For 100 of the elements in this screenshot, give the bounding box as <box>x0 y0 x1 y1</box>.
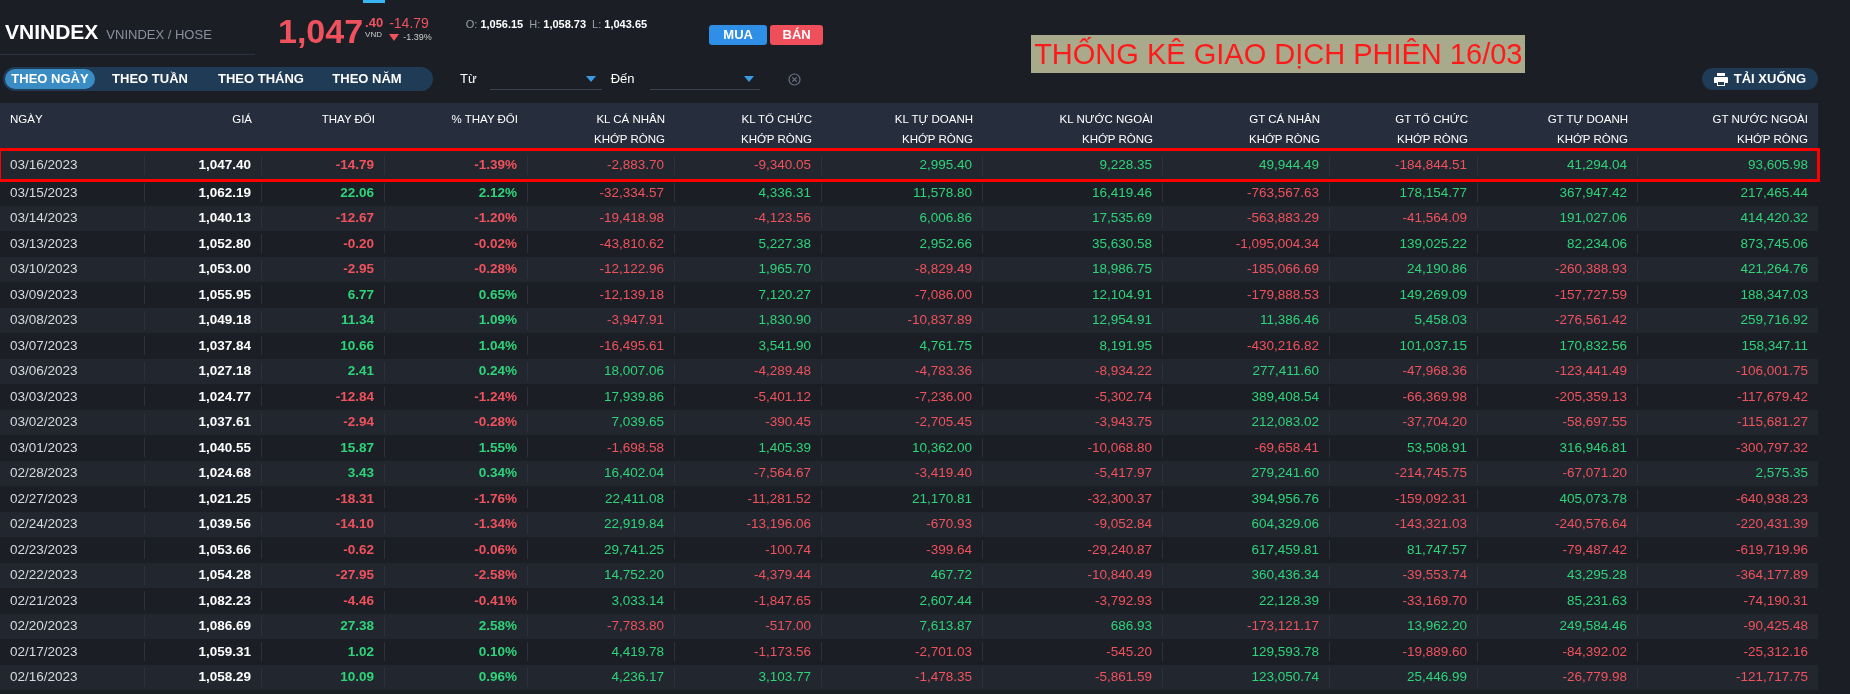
table-cell: -12.67 <box>262 208 385 228</box>
table-cell: -390.45 <box>675 412 822 432</box>
table-cell-text: -121,717.75 <box>1734 668 1809 687</box>
table-cell: 617,459.81 <box>1163 540 1330 560</box>
table-cell: 11,578.80 <box>822 183 983 203</box>
table-cell: -29,240.87 <box>983 540 1163 560</box>
table-cell: 1,024.68 <box>145 463 262 483</box>
table-cell: -430,216.82 <box>1163 336 1330 356</box>
table-cell-text: -619,719.96 <box>1734 540 1809 559</box>
table-cell: -47,968.36 <box>1330 361 1478 381</box>
table-cell: 686.93 <box>983 616 1163 636</box>
table-cell: -0.28% <box>385 412 528 432</box>
table-cell: -4,783.36 <box>822 361 983 381</box>
table-cell: 3,103.77 <box>675 667 822 687</box>
table-cell: -5,401.12 <box>675 387 822 407</box>
table-cell: -276,561.42 <box>1478 310 1638 330</box>
table-cell: 1,062.19 <box>145 183 262 203</box>
banner-title: THỐNG KÊ GIAO DỊCH PHIÊN 16/03 <box>1031 35 1526 73</box>
download-button[interactable]: TẢI XUỐNG <box>1701 68 1818 90</box>
table-cell: 03/02/2023 <box>0 412 145 432</box>
table-cell: 03/09/2023 <box>0 285 145 305</box>
table-cell: 03/01/2023 <box>0 438 145 458</box>
table-cell: -8,829.49 <box>822 259 983 279</box>
column-header: THAY ĐỔI <box>321 112 375 127</box>
table-cell: 18,007.06 <box>528 361 675 381</box>
table-cell: 11,386.46 <box>1163 310 1330 330</box>
table-cell: 178,154.77 <box>1330 183 1478 203</box>
table-cell-text: -117,679.42 <box>1735 387 1809 406</box>
table-cell: 21,170.81 <box>822 489 983 509</box>
table-cell: -205,359.13 <box>1478 387 1638 407</box>
column-header: KL TỔ CHỨC <box>741 112 812 127</box>
table-cell: 101,037.15 <box>1330 336 1478 356</box>
table-cell-text: 158,347.11 <box>1740 336 1809 355</box>
table-cell: -7,086.00 <box>822 285 983 305</box>
table-cell: 1,405.39 <box>675 438 822 458</box>
table-cell: -179,888.53 <box>1163 285 1330 305</box>
table-cell: 1,047.40 <box>145 155 262 175</box>
table-cell: -32,300.37 <box>983 489 1163 509</box>
table-cell: 3,033.14 <box>528 591 675 611</box>
tab[interactable]: THEO NGÀY <box>5 69 95 89</box>
table-cell: 81,747.57 <box>1330 540 1478 560</box>
table-cell: 03/13/2023 <box>0 234 145 254</box>
from-label: Từ <box>460 70 477 89</box>
table-cell: 1,082.23 <box>145 591 262 611</box>
table-cell: 03/15/2023 <box>0 183 145 203</box>
table-cell: 0.10% <box>385 642 528 662</box>
tab[interactable]: THEO THÁNG <box>205 69 317 89</box>
table-cell: -4,289.48 <box>675 361 822 381</box>
table-cell: -4,123.56 <box>675 208 822 228</box>
table-cell: -37,704.20 <box>1330 412 1478 432</box>
table-cell: 2,995.40 <box>822 155 983 175</box>
table-cell: -5,302.74 <box>983 387 1163 407</box>
table-cell: 02/16/2023 <box>0 667 145 687</box>
table-cell: -1,173.56 <box>675 642 822 662</box>
clear-icon[interactable] <box>787 72 801 86</box>
table-cell: 1,053.00 <box>145 259 262 279</box>
table-cell: 5,458.03 <box>1330 310 1478 330</box>
table-cell: 1,027.18 <box>145 361 262 381</box>
table-cell: -67,071.20 <box>1478 463 1638 483</box>
table-cell: 18,986.75 <box>983 259 1163 279</box>
table-cell: 02/17/2023 <box>0 642 145 662</box>
caret-down-icon <box>743 75 754 82</box>
table-cell: 2.12% <box>385 183 528 203</box>
table-cell: 9,228.35 <box>983 155 1163 175</box>
column-header: KHỚP RÒNG <box>1557 132 1628 147</box>
column-header: KHỚP RÒNG <box>1737 132 1808 147</box>
table-cell: 16,402.04 <box>528 463 675 483</box>
table-cell: 1,055.95 <box>145 285 262 305</box>
table-cell: 22,919.84 <box>528 514 675 534</box>
table-cell: -10,837.89 <box>822 310 983 330</box>
table-cell: -0.41% <box>385 591 528 611</box>
table-cell: -69,658.41 <box>1163 438 1330 458</box>
table-cell: 4,419.78 <box>528 642 675 662</box>
table-cell: 2,952.66 <box>822 234 983 254</box>
column-header: KL TỰ DOANH <box>894 112 973 127</box>
table-cell: -185,066.69 <box>1163 259 1330 279</box>
table-cell: 49,944.49 <box>1163 155 1330 175</box>
table-cell: 170,832.56 <box>1478 336 1638 356</box>
change-value: -14.79 <box>389 16 430 31</box>
table-cell: -19,889.60 <box>1330 642 1478 662</box>
table-cell: 10.66 <box>262 336 385 356</box>
table-cell: 16,419.46 <box>983 183 1163 203</box>
table-cell: -0.02% <box>385 234 528 254</box>
to-label: Đến <box>610 70 635 89</box>
table-cell-text: 2,575.35 <box>1754 464 1809 483</box>
table-cell: 0.24% <box>385 361 528 381</box>
table-cell: 27.38 <box>262 616 385 636</box>
table-cell: 1,037.61 <box>145 412 262 432</box>
table-cell: -79,487.42 <box>1478 540 1638 560</box>
tab[interactable]: THEO TUẦN <box>95 69 205 89</box>
table-cell: 10,362.00 <box>822 438 983 458</box>
table-cell: 3,541.90 <box>675 336 822 356</box>
tab[interactable]: THEO NĂM <box>317 69 417 89</box>
table-cell: 4,761.75 <box>822 336 983 356</box>
ohl-value: O: 1,056.15 <box>465 17 524 32</box>
table-cell: 03/07/2023 <box>0 336 145 356</box>
table-cell: -399.64 <box>822 540 983 560</box>
sell-button[interactable]: BÁN <box>770 25 824 45</box>
table-cell: 316,946.81 <box>1478 438 1638 458</box>
table-cell-text: 414,420.32 <box>1739 209 1809 228</box>
